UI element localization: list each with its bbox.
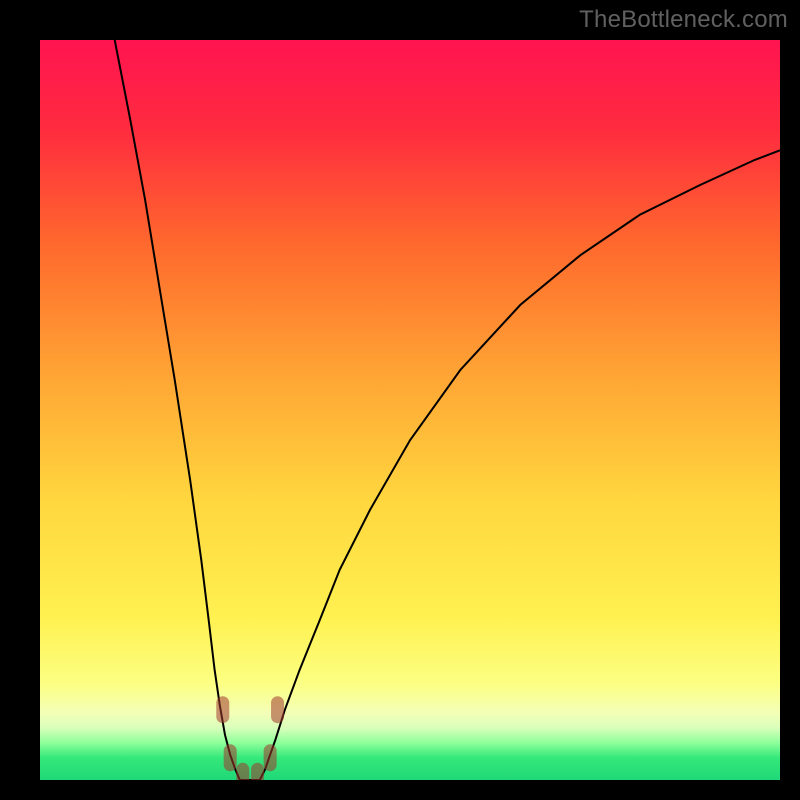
watermark-text: TheBottleneck.com: [579, 6, 788, 34]
curve-layer: [40, 40, 780, 780]
curve-left-branch: [115, 40, 240, 780]
valley-markers: [223, 703, 278, 780]
curve-right-branch: [260, 150, 780, 780]
plot-area: [40, 40, 780, 780]
chart-frame: TheBottleneck.com: [0, 0, 800, 800]
